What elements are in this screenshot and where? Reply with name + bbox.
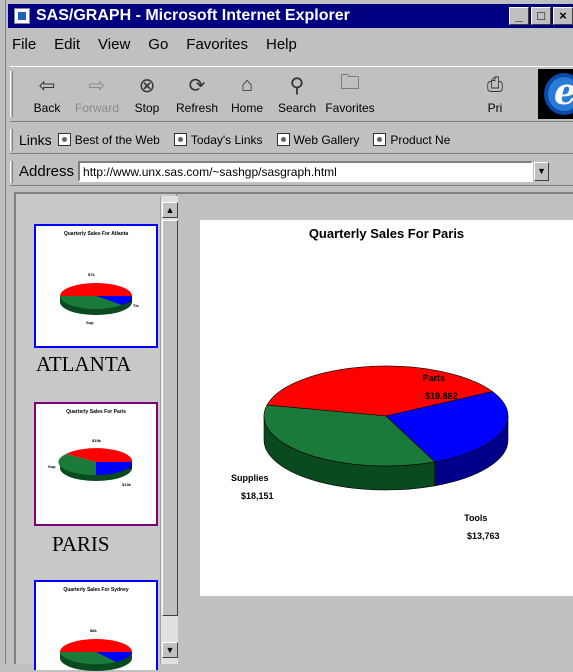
address-bar: Address ▼ [10, 158, 573, 186]
home-icon: ⌂ [240, 73, 254, 96]
toolbar-grip[interactable] [10, 71, 13, 117]
refresh-icon: ⟳ [188, 74, 206, 97]
pie-label-parts: Parts $19,882 [410, 356, 458, 410]
print-label: Pri [487, 101, 503, 115]
pie-label-tools-name: Tools [464, 513, 488, 523]
back-label: Back [33, 101, 61, 115]
thumbnail-atlanta[interactable]: Quarterly Sales For Atlanta $7k Tls Sup [34, 224, 158, 348]
ie-logo [538, 69, 573, 119]
thumbnail-label-paris[interactable]: PARIS [52, 532, 110, 557]
thumbnail-pie-atlanta: $7k Tls Sup [59, 272, 140, 325]
browser-window: SAS/GRAPH - Microsoft Internet Explorer … [0, 0, 573, 671]
print-button[interactable]: ⎙ Pri [480, 73, 510, 116]
refresh-button[interactable]: ⟳ Refresh [172, 73, 222, 116]
pie-label-parts-name: Parts [422, 373, 446, 383]
thumbnail-label-atlanta[interactable]: ATLANTA [36, 352, 131, 377]
pie-label-tools-value: $13,763 [467, 531, 500, 541]
window-controls: _ □ × [509, 7, 573, 25]
window-edge [0, 0, 6, 664]
link-page-icon [276, 133, 290, 146]
pie-label-parts-value: $19,882 [425, 391, 458, 401]
pie-label-supplies: Supplies $18,151 [226, 456, 274, 510]
ie-logo-icon [544, 71, 573, 115]
thumbnail-pie-sydney: $8k [60, 628, 132, 671]
scroll-thumb[interactable] [162, 220, 178, 616]
thumbnail-sydney[interactable]: Quarterly Sales For Sydney $8k [34, 580, 158, 671]
pie-label-tools: Tools $13,763 [452, 496, 500, 550]
pie-chart [263, 365, 509, 491]
standard-toolbar: ⇦ Back ⇨ Forward ⊗ Stop ⟳ Refresh ⌂ Home… [10, 66, 573, 122]
print-icon: ⎙ [487, 73, 503, 96]
home-button[interactable]: ⌂ Home [222, 73, 272, 116]
menu-go[interactable]: Go [139, 36, 177, 53]
maximize-button[interactable]: □ [531, 7, 551, 25]
home-label: Home [230, 101, 263, 115]
links-bar: Links Best of the Web Today's Links Web … [10, 126, 573, 154]
favorites-button[interactable]: 🗀 Favorites [322, 72, 378, 115]
svg-text:$13k: $13k [122, 482, 132, 487]
menu-edit[interactable]: Edit [45, 36, 89, 53]
favorites-label: Favorites [325, 101, 375, 115]
chart-frame: Quarterly Sales For Paris Parts $19,882 … [200, 220, 573, 596]
forward-arrow-icon: ⇨ [88, 74, 106, 97]
search-label: Search [277, 101, 317, 115]
thumbnail-scrollbar[interactable]: ▲ ▼ [160, 196, 178, 664]
address-grip[interactable] [10, 160, 13, 183]
menu-file[interactable]: File [8, 36, 45, 53]
thumbnail-pie-paris: $19k Sup $13k [48, 438, 133, 487]
address-label: Address [19, 163, 75, 180]
thumbnail-frame: Quarterly Sales For Atlanta $7k Tls Sup … [16, 194, 177, 671]
svg-text:Sup: Sup [86, 320, 94, 325]
link-page-icon [173, 133, 187, 146]
stop-button[interactable]: ⊗ Stop [122, 73, 172, 116]
address-input[interactable] [78, 161, 534, 182]
thumbnail-paris[interactable]: Quarterly Sales For Paris $19k Sup $13k [34, 402, 158, 526]
refresh-label: Refresh [175, 101, 219, 115]
favorites-folder-icon: 🗀 [340, 72, 360, 94]
scroll-down-arrow-icon[interactable]: ▼ [162, 642, 178, 658]
link-page-icon [57, 133, 71, 146]
links-label[interactable]: Links [19, 132, 52, 148]
svg-text:Tls: Tls [133, 303, 140, 308]
menu-view[interactable]: View [89, 36, 139, 53]
svg-text:$19k: $19k [92, 438, 102, 443]
minimize-button[interactable]: _ [509, 7, 529, 25]
search-icon: ⚲ [289, 74, 305, 97]
app-icon[interactable] [14, 8, 30, 24]
svg-text:$7k: $7k [88, 272, 95, 277]
search-button[interactable]: ⚲ Search [272, 73, 322, 116]
link-label: Best of the Web [74, 132, 160, 147]
link-product-news[interactable]: Product Ne [373, 133, 450, 147]
stop-label: Stop [134, 101, 160, 115]
forward-button[interactable]: ⇨ Forward [72, 73, 122, 116]
title-bar: SAS/GRAPH - Microsoft Internet Explorer … [8, 4, 573, 28]
links-grip[interactable] [10, 128, 13, 151]
svg-text:Sup: Sup [48, 464, 56, 469]
scroll-up-arrow-icon[interactable]: ▲ [162, 202, 178, 218]
forward-label: Forward [74, 101, 119, 115]
svg-text:$8k: $8k [90, 628, 97, 633]
menu-favorites[interactable]: Favorites [177, 36, 257, 53]
menu-help[interactable]: Help [257, 36, 306, 53]
back-arrow-icon: ⇦ [38, 74, 56, 97]
link-label: Web Gallery [293, 132, 360, 147]
stop-icon: ⊗ [138, 74, 156, 97]
window-title: SAS/GRAPH - Microsoft Internet Explorer [36, 7, 350, 24]
link-best-of-the-web[interactable]: Best of the Web [57, 132, 160, 147]
close-button[interactable]: × [553, 7, 573, 25]
link-web-gallery[interactable]: Web Gallery [276, 132, 360, 147]
link-todays-links[interactable]: Today's Links [173, 132, 263, 147]
link-page-icon [373, 133, 387, 146]
link-label: Product Ne [390, 132, 451, 147]
back-button[interactable]: ⇦ Back [22, 73, 72, 116]
menu-bar: File Edit View Go Favorites Help [8, 32, 306, 56]
pie-label-supplies-value: $18,151 [241, 491, 274, 501]
pie-label-supplies-name: Supplies [231, 473, 269, 483]
address-dropdown-icon[interactable]: ▼ [534, 162, 550, 181]
link-label: Today's Links [190, 132, 263, 147]
